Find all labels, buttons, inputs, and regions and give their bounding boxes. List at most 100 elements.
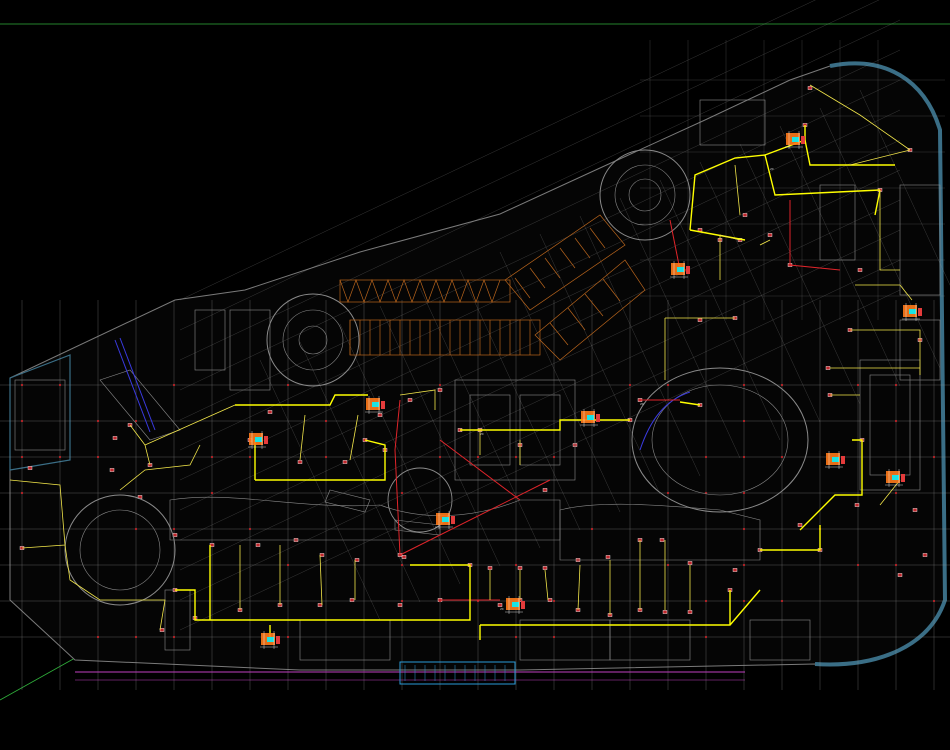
grid-node bbox=[553, 600, 555, 602]
grid-node bbox=[667, 384, 669, 386]
grid-node bbox=[743, 420, 745, 422]
grid-node bbox=[743, 456, 745, 458]
grid-node bbox=[21, 420, 23, 422]
column-marker-icon bbox=[113, 436, 117, 439]
column-marker-icon bbox=[110, 468, 114, 471]
svg-text:ZD: ZD bbox=[640, 402, 644, 406]
grid-node bbox=[667, 492, 669, 494]
grid-node bbox=[287, 564, 289, 566]
grid-node bbox=[743, 384, 745, 386]
grid-node bbox=[211, 492, 213, 494]
column-marker-icon bbox=[355, 558, 359, 561]
grid-node bbox=[781, 384, 783, 386]
column-marker-icon bbox=[548, 598, 552, 601]
column-marker-icon bbox=[378, 413, 382, 416]
svg-text:ZD: ZD bbox=[480, 432, 484, 436]
grid-node bbox=[667, 564, 669, 566]
grid-node bbox=[705, 636, 707, 638]
column-marker-icon bbox=[858, 268, 862, 271]
grid-node bbox=[857, 384, 859, 386]
column-marker-icon bbox=[733, 568, 737, 571]
column-marker-icon bbox=[28, 466, 32, 469]
grid-node bbox=[401, 564, 403, 566]
grid-node bbox=[401, 492, 403, 494]
grid-node bbox=[173, 636, 175, 638]
grid-node bbox=[249, 528, 251, 530]
grid-node bbox=[743, 564, 745, 566]
grid-node bbox=[933, 456, 935, 458]
column-marker-icon bbox=[268, 410, 272, 413]
grid-node bbox=[439, 456, 441, 458]
column-marker-icon bbox=[488, 566, 492, 569]
grid-node bbox=[173, 384, 175, 386]
column-marker-icon bbox=[688, 561, 692, 564]
grid-node bbox=[705, 456, 707, 458]
grid-node bbox=[21, 492, 23, 494]
grid-node bbox=[401, 600, 403, 602]
column-marker-icon bbox=[663, 610, 667, 613]
grid-node bbox=[97, 420, 99, 422]
grid-node bbox=[249, 456, 251, 458]
column-marker-icon bbox=[808, 86, 812, 89]
drawing-frame-diagonal bbox=[0, 658, 75, 700]
grid-node bbox=[173, 528, 175, 530]
column-marker-icon bbox=[855, 503, 859, 506]
grid-node bbox=[97, 456, 99, 458]
column-marker-icon bbox=[343, 460, 347, 463]
grid-node bbox=[933, 600, 935, 602]
column-marker-icon bbox=[402, 555, 406, 558]
column-marker-icon bbox=[798, 523, 802, 526]
grid-node bbox=[135, 420, 137, 422]
grid-node bbox=[59, 384, 61, 386]
grid-node bbox=[439, 384, 441, 386]
building-outline bbox=[10, 63, 945, 670]
grid-node bbox=[895, 564, 897, 566]
grid-node bbox=[59, 456, 61, 458]
grid-node bbox=[515, 564, 517, 566]
cad-floor-plan: ZD ZD ZD ZD bbox=[0, 0, 950, 750]
grid-node bbox=[553, 636, 555, 638]
column-marker-icon bbox=[923, 553, 927, 556]
column-marker-icon bbox=[256, 543, 260, 546]
grid-node bbox=[743, 600, 745, 602]
column-marker-icon bbox=[660, 538, 664, 541]
grid-node bbox=[477, 456, 479, 458]
grid-node bbox=[135, 636, 137, 638]
column-marker-icon bbox=[698, 318, 702, 321]
grid-node bbox=[21, 384, 23, 386]
grid-node bbox=[743, 528, 745, 530]
column-marker-icon bbox=[350, 598, 354, 601]
grid-node bbox=[781, 600, 783, 602]
grid-node bbox=[211, 456, 213, 458]
grid-node bbox=[21, 456, 23, 458]
grid-node bbox=[515, 456, 517, 458]
column-marker-icon bbox=[408, 398, 412, 401]
grid-node bbox=[553, 456, 555, 458]
grid-node bbox=[743, 492, 745, 494]
column-marker-icon bbox=[606, 555, 610, 558]
column-marker-icon bbox=[298, 460, 302, 463]
column-marker-icon bbox=[826, 366, 830, 369]
grid-node bbox=[325, 456, 327, 458]
svg-text:ZD: ZD bbox=[500, 607, 504, 611]
grid-node bbox=[895, 420, 897, 422]
grid-node bbox=[325, 420, 327, 422]
grid-node bbox=[515, 636, 517, 638]
column-marker-icon bbox=[898, 573, 902, 576]
grid-node bbox=[629, 384, 631, 386]
column-marker-icon bbox=[543, 566, 547, 569]
column-marker-icon bbox=[160, 628, 164, 631]
grid-node bbox=[781, 456, 783, 458]
grid-node bbox=[857, 564, 859, 566]
column-marker-icon bbox=[743, 213, 747, 216]
grid-node bbox=[705, 600, 707, 602]
svg-text:ZD: ZD bbox=[770, 167, 774, 171]
column-marker-icon bbox=[398, 603, 402, 606]
column-marker-icon bbox=[913, 508, 917, 511]
column-marker-icon bbox=[768, 233, 772, 236]
grid-node bbox=[135, 528, 137, 530]
grid-node bbox=[895, 384, 897, 386]
column-marker-icon bbox=[318, 603, 322, 606]
grid-node bbox=[287, 636, 289, 638]
grid-node bbox=[895, 492, 897, 494]
